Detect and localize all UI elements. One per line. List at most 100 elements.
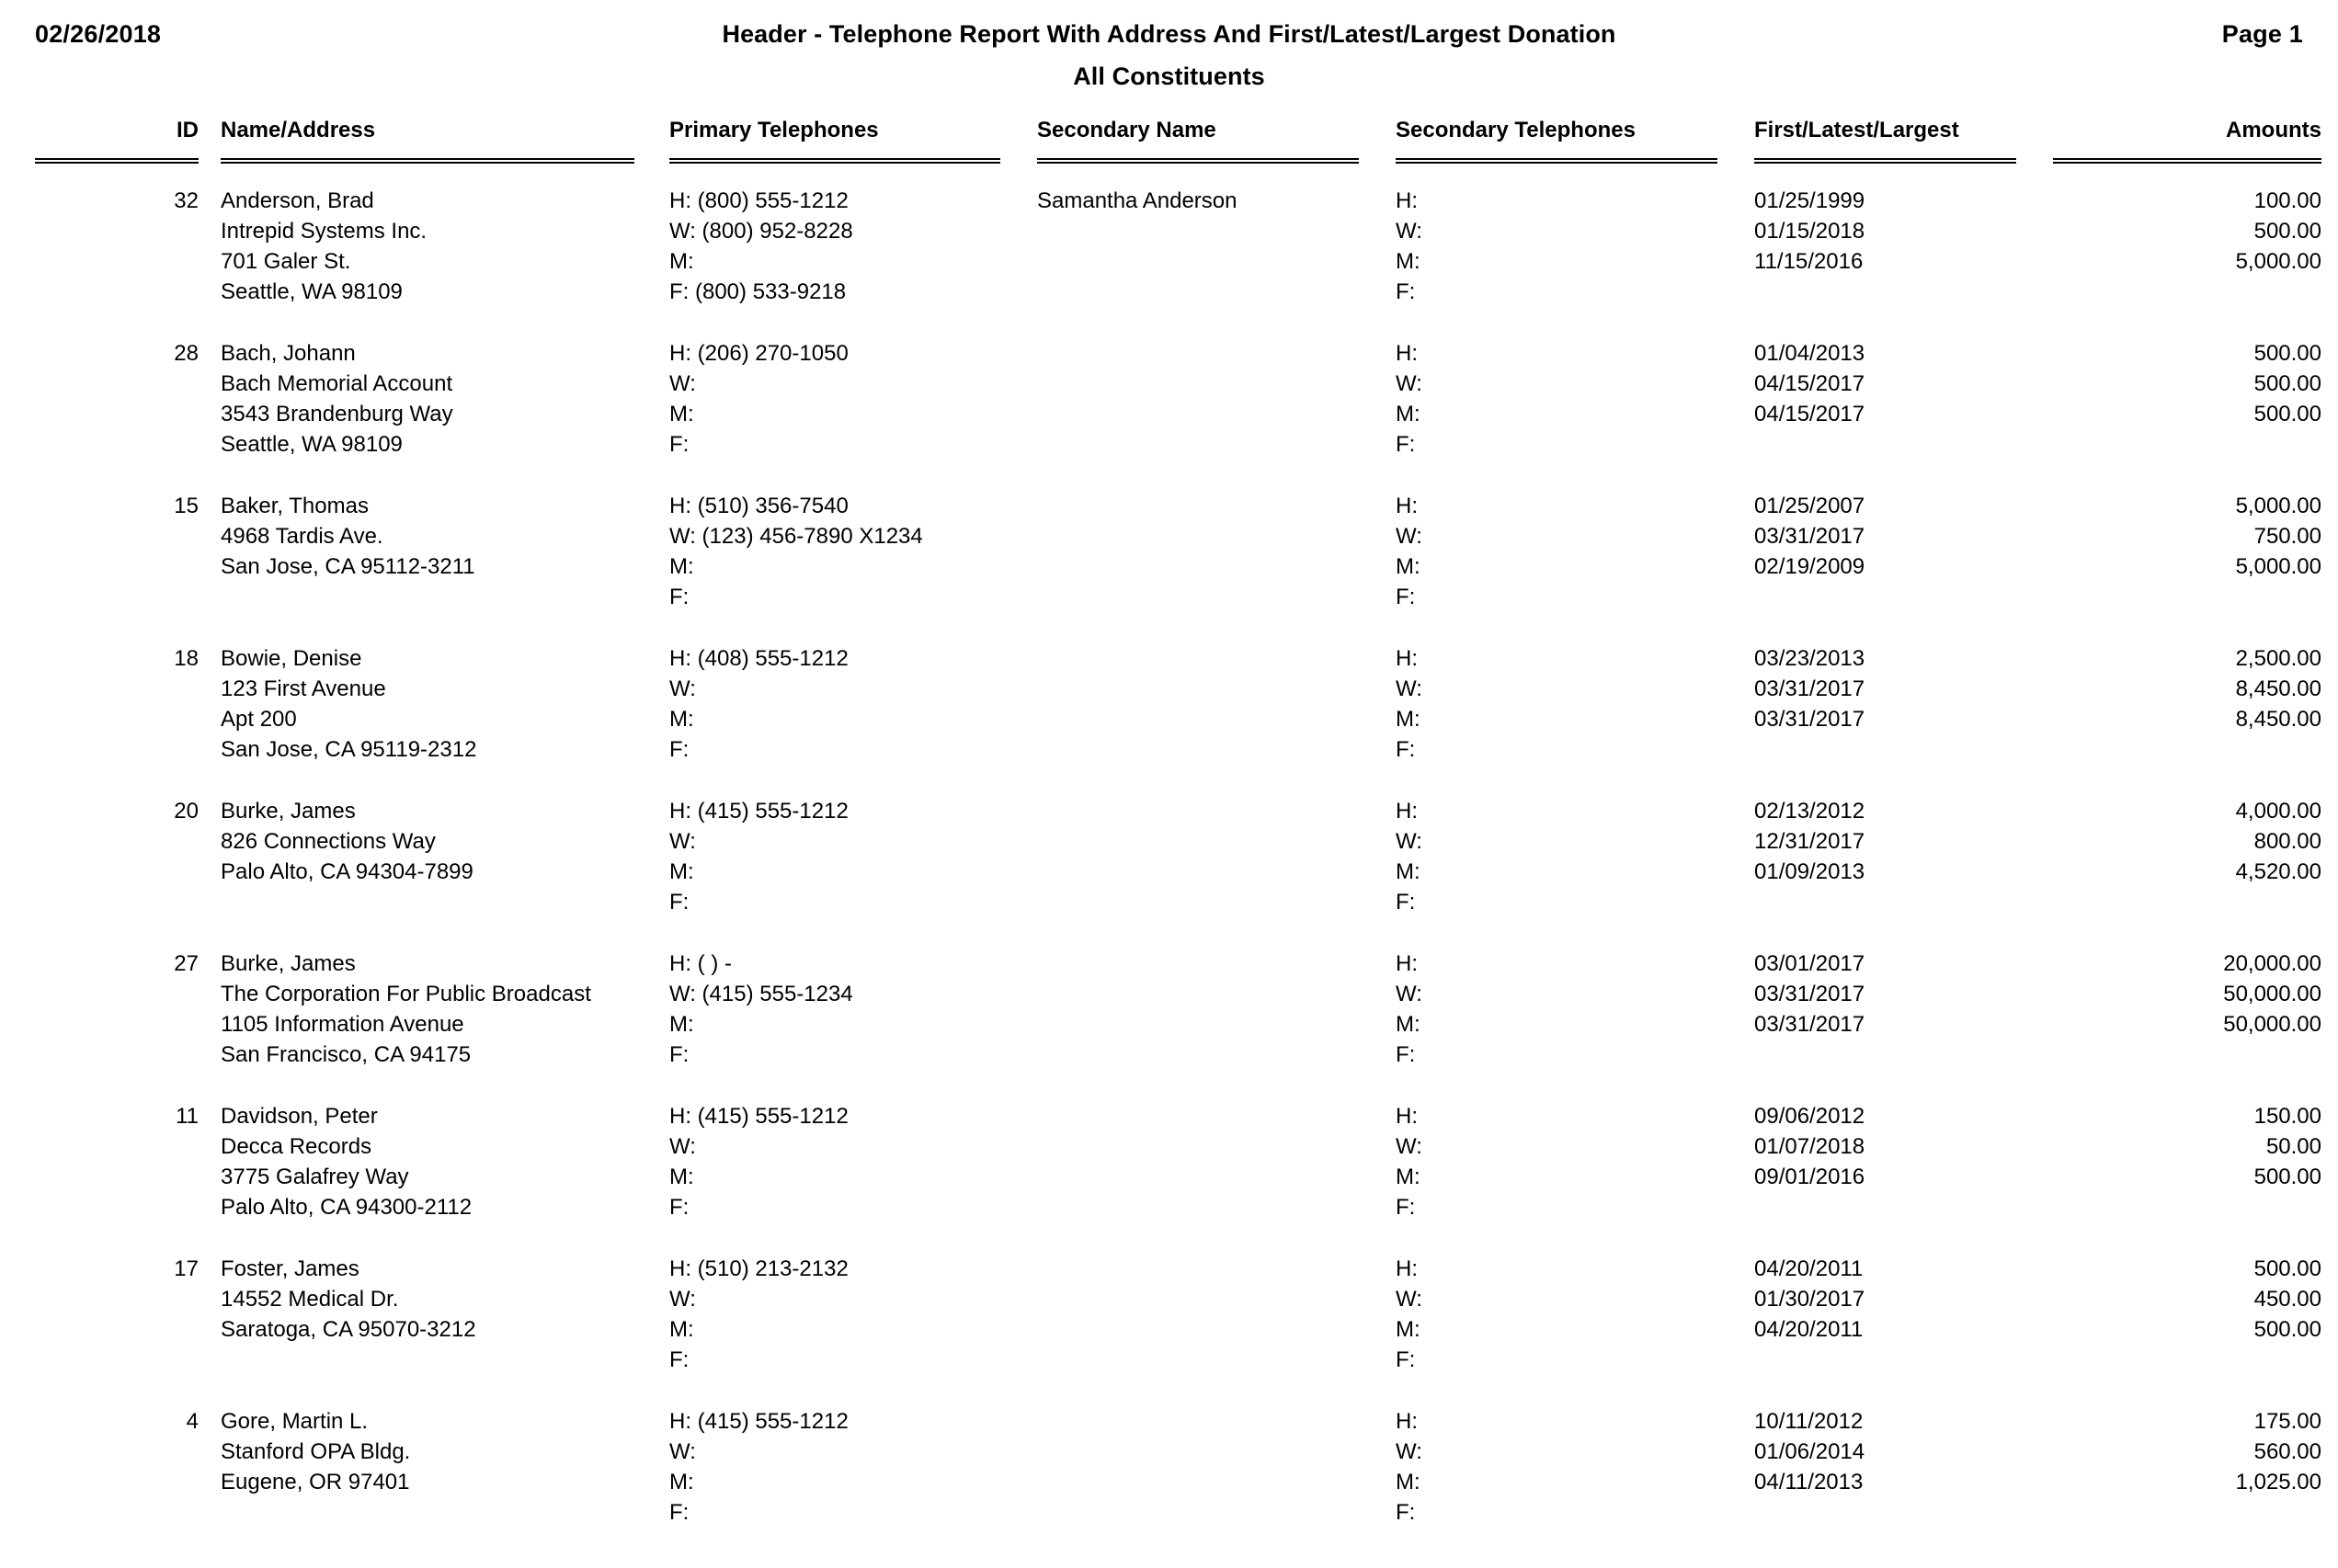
record-primary-telephones-line: M: (669, 859, 694, 884)
record-secondary-telephones-line: H: (1396, 646, 1418, 671)
record-secondary-telephones-line: F: (1396, 279, 1416, 304)
table-row[interactable]: 15 Baker, Thomas 4968 Tardis Ave. San Jose,… (35, 491, 2321, 643)
record-id-line: 32 (174, 188, 199, 213)
report-subtitle: All Constituents (1073, 62, 1265, 90)
record-secondary-telephones-line: M: (1396, 1317, 1420, 1342)
record-dates: 01/25/2007 03/31/2017 02/19/2009 (1754, 491, 1865, 582)
record-name-address-line: 14552 Medical Dr. (221, 1287, 399, 1312)
table-row[interactable]: 32 Anderson, Brad Intrepid Systems Inc. 701… (35, 186, 2321, 338)
record-name-address-line: Decca Records (221, 1134, 372, 1159)
record-secondary-telephones-line: M: (1396, 1165, 1420, 1189)
record-amounts: 5,000.00 750.00 5,000.00 (2007, 491, 2321, 582)
record-secondary-telephones: H: W: M: F: (1396, 949, 1422, 1070)
record-secondary-telephones-line: F: (1396, 1500, 1416, 1525)
record-primary-telephones-line: M: (669, 402, 694, 426)
record-id: 27 (145, 949, 199, 979)
table-row[interactable]: 11 Davidson, Peter Decca Records 3775 Galaf… (35, 1101, 2321, 1254)
record-secondary-telephones-line: H: (1396, 188, 1418, 213)
record-name-address-line: San Jose, CA 95119-2312 (221, 737, 477, 762)
record-dates-line: 01/07/2018 (1754, 1134, 1865, 1159)
record-name-address-line: Burke, James (221, 951, 356, 976)
record-name-address-line: 4968 Tardis Ave. (221, 524, 383, 549)
record-primary-telephones: H: (415) 555-1212 W: M: F: (669, 1101, 849, 1222)
record-name-address-line: 826 Connections Way (221, 829, 436, 854)
record-secondary-telephones-line: F: (1396, 890, 1416, 915)
record-name-address-line: 3543 Brandenburg Way (221, 402, 453, 426)
record-name-address-line: Apt 200 (221, 707, 297, 732)
record-primary-telephones-line: M: (669, 707, 694, 732)
record-name-address-line: Gore, Martin L. (221, 1409, 369, 1434)
record-primary-telephones-line: H: (206) 270-1050 (669, 341, 849, 366)
record-dates-line: 01/30/2017 (1754, 1287, 1865, 1312)
record-name-address-line: Davidson, Peter (221, 1104, 378, 1129)
record-dates-line: 01/25/1999 (1754, 188, 1865, 213)
table-row[interactable]: 17 Foster, James 14552 Medical Dr. Saratoga… (35, 1254, 2321, 1406)
record-amounts: 150.00 50.00 500.00 (2007, 1101, 2321, 1192)
record-amounts: 500.00 450.00 500.00 (2007, 1254, 2321, 1345)
record-primary-telephones-line: F: (669, 1195, 690, 1220)
table-row[interactable]: 28 Bach, Johann Bach Memorial Account 3543 … (35, 338, 2321, 491)
record-id-line: 11 (176, 1104, 199, 1129)
record-dates-line: 01/25/2007 (1754, 494, 1865, 518)
record-dates-line: 02/13/2012 (1754, 799, 1865, 824)
record-dates-line: 03/23/2013 (1754, 646, 1865, 671)
record-amounts-line: 5,000.00 (2235, 494, 2321, 518)
record-dates: 01/25/1999 01/15/2018 11/15/2016 (1754, 186, 1865, 277)
record-primary-telephones-line: W: (669, 676, 696, 701)
table-row[interactable]: 18 Bowie, Denise 123 First Avenue Apt 200 Sa… (35, 643, 2321, 796)
rule-secondary-name (1037, 158, 1359, 164)
record-secondary-telephones: H: W: M: F: (1396, 796, 1422, 917)
record-amounts-line: 500.00 (2253, 1317, 2321, 1342)
record-amounts: 2,500.00 8,450.00 8,450.00 (2007, 643, 2321, 734)
record-amounts-line: 100.00 (2253, 188, 2321, 213)
record-id-line: 28 (174, 341, 199, 366)
record-name-address-line: Saratoga, CA 95070-3212 (221, 1317, 476, 1342)
record-primary-telephones: H: (510) 356-7540 W: (123) 456-7890 X1234… (669, 491, 923, 612)
table-row[interactable]: 27 Burke, James The Corporation For Public… (35, 949, 2321, 1101)
record-primary-telephones-line: W: (669, 1134, 696, 1159)
record-secondary-telephones: H: W: M: F: (1396, 1254, 1422, 1375)
column-header-row: ID Name/Address Primary Telephones Secon… (35, 110, 2321, 158)
record-amounts-line: 20,000.00 (2223, 951, 2321, 976)
record-dates-line: 04/15/2017 (1754, 402, 1865, 426)
column-header-first-latest-largest: First/Latest/Largest (1754, 118, 1959, 142)
record-secondary-telephones-line: W: (1396, 982, 1422, 1006)
record-dates: 03/01/2017 03/31/2017 03/31/2017 (1754, 949, 1865, 1040)
record-id: 28 (145, 338, 199, 369)
record-primary-telephones-line: M: (669, 554, 694, 579)
record-secondary-telephones-line: M: (1396, 707, 1420, 732)
record-dates-line: 01/06/2014 (1754, 1439, 1865, 1464)
record-primary-telephones-line: M: (669, 1317, 694, 1342)
record-dates-line: 03/31/2017 (1754, 982, 1865, 1006)
column-header-secondary-telephones: Secondary Telephones (1396, 118, 1636, 142)
record-name-address: Anderson, Brad Intrepid Systems Inc. 701 G… (221, 186, 427, 307)
rule-amounts (2053, 158, 2321, 164)
table-row[interactable]: 20 Burke, James 826 Connections Way Palo Al… (35, 796, 2321, 949)
record-dates-line: 09/06/2012 (1754, 1104, 1865, 1129)
record-primary-telephones-line: M: (669, 1165, 694, 1189)
record-name-address-line: Intrepid Systems Inc. (221, 219, 428, 244)
record-secondary-telephones-line: H: (1396, 494, 1418, 518)
record-secondary-telephones: H: W: M: F: (1396, 491, 1422, 612)
record-dates-line: 03/31/2017 (1754, 1012, 1865, 1037)
record-dates-line: 04/11/2013 (1754, 1470, 1864, 1494)
record-id: 17 (145, 1254, 199, 1284)
record-primary-telephones: H: (415) 555-1212 W: M: F: (669, 796, 849, 917)
record-primary-telephones-line: F: (669, 1500, 690, 1525)
rule-id (35, 158, 199, 164)
record-name-address-line: Bowie, Denise (221, 646, 362, 671)
record-id: 18 (145, 643, 199, 674)
record-amounts-line: 50.00 (2265, 1134, 2321, 1159)
record-secondary-telephones-line: F: (1396, 737, 1416, 762)
record-amounts-line: 8,450.00 (2235, 707, 2321, 732)
record-secondary-telephones-line: F: (1396, 585, 1416, 609)
record-name-address-line: Foster, James (221, 1256, 359, 1281)
column-header-secondary-name: Secondary Name (1037, 118, 1216, 142)
record-primary-telephones-line: F: (800) 533-9218 (669, 279, 847, 304)
record-id: 32 (145, 186, 199, 216)
record-primary-telephones-line: H: (800) 555-1212 (669, 188, 849, 213)
record-dates-line: 09/01/2016 (1754, 1165, 1865, 1189)
report-table: ID Name/Address Primary Telephones Secon… (35, 110, 2321, 1559)
record-dates-line: 01/04/2013 (1754, 341, 1865, 366)
table-row[interactable]: 4 Gore, Martin L. Stanford OPA Bldg. Eugene… (35, 1406, 2321, 1559)
